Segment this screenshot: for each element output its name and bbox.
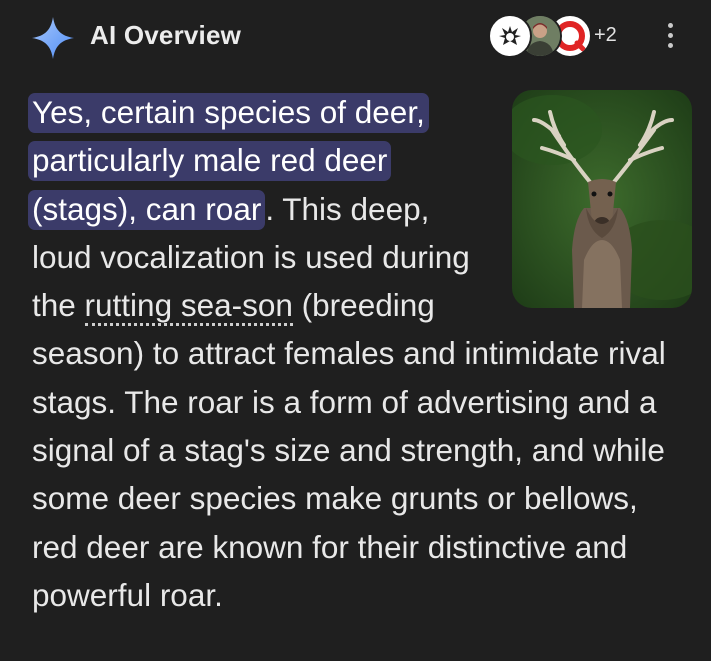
ai-overview-answer: Yes, certain species of deer, particular… <box>28 88 692 619</box>
ai-overview-panel: AI Overview +2 Yes, certain species of d… <box>0 0 711 661</box>
answer-text-rest: (breeding season) to attract females and… <box>32 287 666 613</box>
more-sources-count[interactable]: +2 <box>594 24 617 47</box>
gemini-sparkle-icon <box>30 15 76 61</box>
deer-crest-logo-icon[interactable] <box>488 14 532 58</box>
ai-overview-header: AI Overview +2 <box>0 0 711 72</box>
more-vertical-icon[interactable] <box>652 18 688 56</box>
ai-overview-title: AI Overview <box>90 20 242 50</box>
red-deer-stag-image[interactable] <box>512 90 692 308</box>
glossary-term-rutting-season[interactable]: rutting sea-son <box>84 287 293 327</box>
source-avatars[interactable] <box>488 14 592 58</box>
